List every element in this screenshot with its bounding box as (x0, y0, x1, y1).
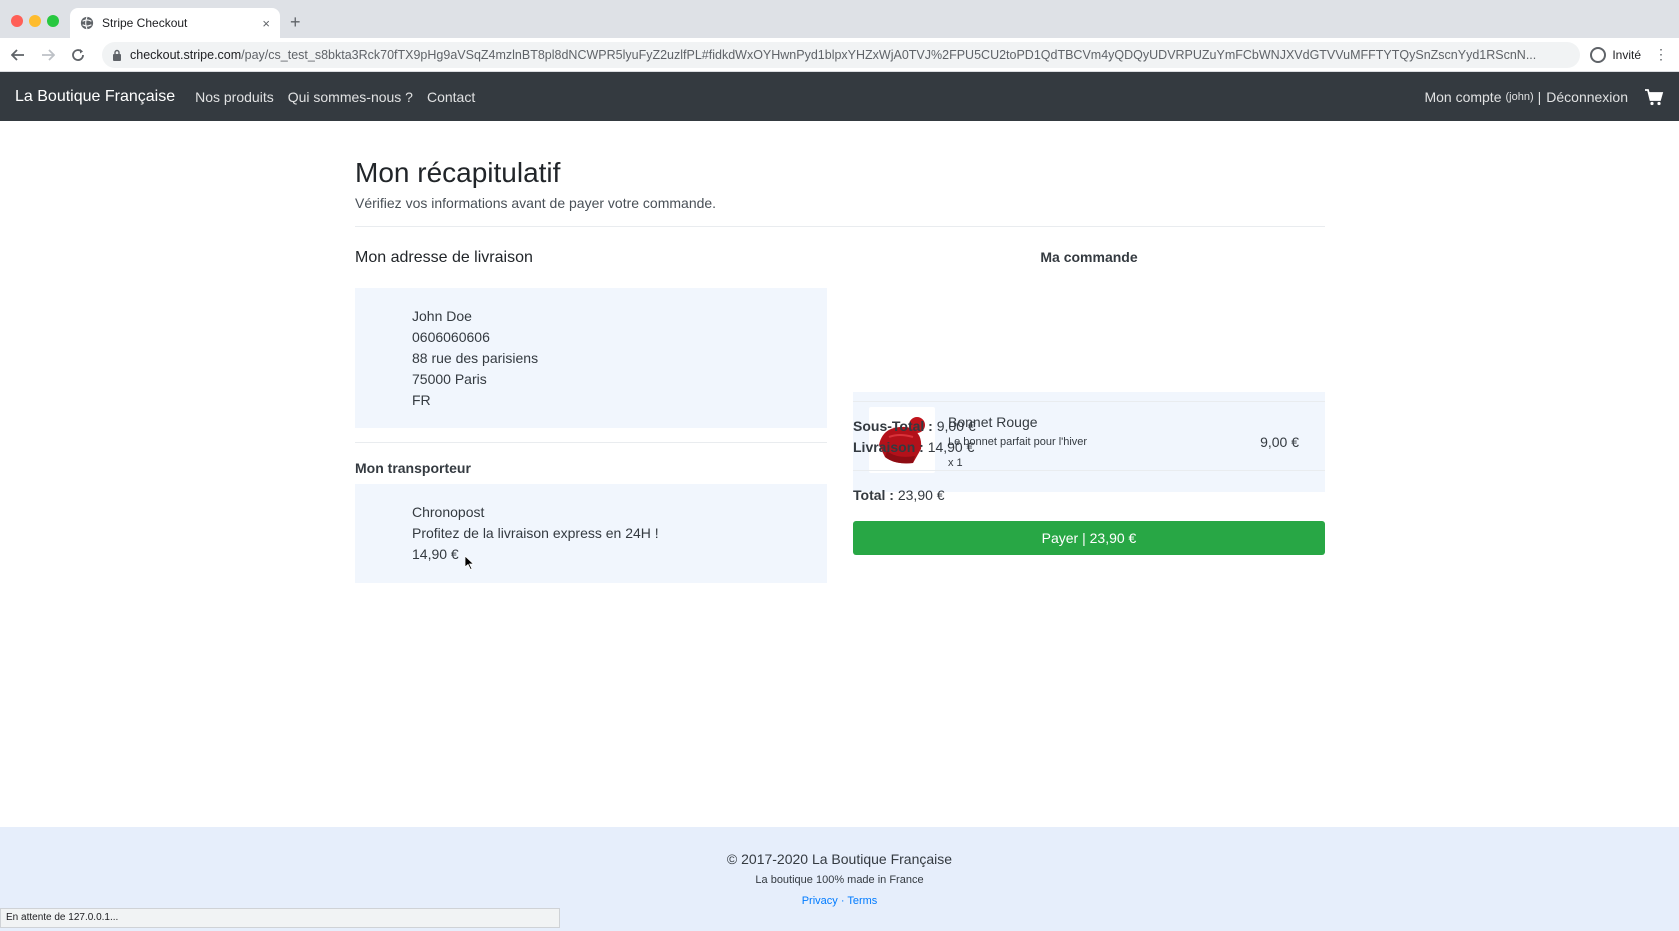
lock-icon (113, 49, 121, 61)
delivery-address-box: John Doe 0606060606 88 rue des parisiens… (355, 288, 827, 428)
footer-links: Privacy · Terms (0, 895, 1679, 907)
subtotal-label: Sous-Total : (853, 418, 933, 434)
reload-icon (72, 48, 84, 61)
brand-link[interactable]: La Boutique Française (15, 88, 175, 106)
account-username: (john) (1505, 90, 1534, 103)
divider (853, 401, 1325, 402)
address-line: 75000 Paris (412, 371, 487, 387)
zoom-window-button[interactable] (47, 15, 59, 27)
footer-copyright: © 2017-2020 La Boutique Française (726, 851, 953, 867)
subtotal-line: Sous-Total : 9,00 € (853, 416, 1325, 437)
account-area: Mon compte (john) | Déconnexion (1424, 88, 1664, 106)
mouse-cursor-icon (465, 556, 475, 570)
browser-tab[interactable]: Stripe Checkout × (70, 8, 280, 38)
minimize-window-button[interactable] (29, 15, 41, 27)
address-line: 88 rue des parisiens (412, 350, 539, 366)
reload-button[interactable] (66, 43, 90, 67)
address-line: 0606060606 (412, 329, 490, 345)
globe-icon (80, 16, 94, 30)
delivery-address-title: Mon adresse de livraison (355, 249, 533, 266)
address-bar[interactable]: checkout.stripe.com/pay/cs_test_s8bkta3R… (102, 41, 1581, 68)
footer-tagline: La boutique 100% made in France (755, 874, 924, 886)
divider (355, 442, 827, 443)
carrier-box: Chronopost Profitez de la livraison expr… (355, 484, 827, 583)
forward-button[interactable] (36, 43, 60, 67)
profile-button[interactable]: Invité (1590, 46, 1641, 63)
close-window-button[interactable] (11, 15, 23, 27)
arrow-left-icon (11, 48, 24, 61)
close-tab-icon[interactable]: × (262, 16, 270, 31)
terms-link[interactable]: Terms (847, 895, 877, 907)
order-summary: Sous-Total : 9,00 € Livraison : 14,90 € (853, 416, 1325, 458)
page-subtitle: Vérifiez vos informations avant de payer… (355, 195, 717, 211)
divider (355, 226, 1325, 227)
logout-link[interactable]: Déconnexion (1546, 89, 1628, 105)
page-title: Mon récapitulatif (355, 157, 561, 188)
carrier-name: Chronopost (412, 504, 485, 520)
subtotal-value: 9,00 € (936, 418, 976, 434)
product-quantity: x 1 (948, 457, 963, 469)
shipping-value: 14,90 € (927, 439, 975, 455)
privacy-link[interactable]: Privacy (802, 895, 838, 907)
address-line: FR (412, 392, 431, 408)
shipping-label: Livraison : (853, 439, 924, 455)
more-menu-icon[interactable]: ⋮ (1651, 46, 1671, 63)
browser-status-bar: En attente de 127.0.0.1... (0, 908, 560, 928)
tab-title: Stripe Checkout (102, 16, 188, 30)
profile-label: Invité (1612, 47, 1641, 62)
total-value: 23,90 € (897, 487, 945, 503)
total-label: Total : (853, 487, 894, 503)
person-icon (1590, 46, 1607, 63)
arrow-right-icon (42, 48, 55, 61)
shipping-line: Livraison : 14,90 € (853, 437, 1325, 458)
divider (853, 470, 1325, 471)
carrier-description: Profitez de la livraison express en 24H … (412, 525, 659, 541)
back-button[interactable] (6, 43, 30, 67)
url-host: checkout.stripe.com (130, 47, 242, 62)
browser-toolbar: checkout.stripe.com/pay/cs_test_s8bkta3R… (0, 38, 1679, 72)
browser-tab-strip: Stripe Checkout × + (0, 0, 1679, 38)
pay-button[interactable]: Payer | 23,90 € (853, 521, 1325, 555)
total-line: Total : 23,90 € (853, 485, 1325, 506)
order-title: Ma commande (1040, 249, 1138, 265)
cart-icon[interactable] (1644, 88, 1664, 106)
site-navbar: La Boutique Française Nos produits Qui s… (0, 72, 1679, 121)
url-path: /pay/cs_test_s8bkta3Rck70fTX9pHg9aVSqZ4m… (241, 47, 1537, 62)
nav-link-about[interactable]: Qui sommes-nous ? (288, 89, 413, 105)
nav-separator: | (1537, 88, 1542, 105)
footer-link-separator: · (840, 895, 845, 907)
main-content: Mon récapitulatif Vérifiez vos informati… (355, 121, 1325, 583)
carrier-title: Mon transporteur (355, 460, 471, 476)
nav-link-contact[interactable]: Contact (427, 89, 475, 105)
new-tab-button[interactable]: + (290, 12, 301, 33)
address-line: John Doe (412, 308, 472, 324)
nav-link-products[interactable]: Nos produits (195, 89, 274, 105)
account-link[interactable]: Mon compte (1424, 89, 1501, 105)
